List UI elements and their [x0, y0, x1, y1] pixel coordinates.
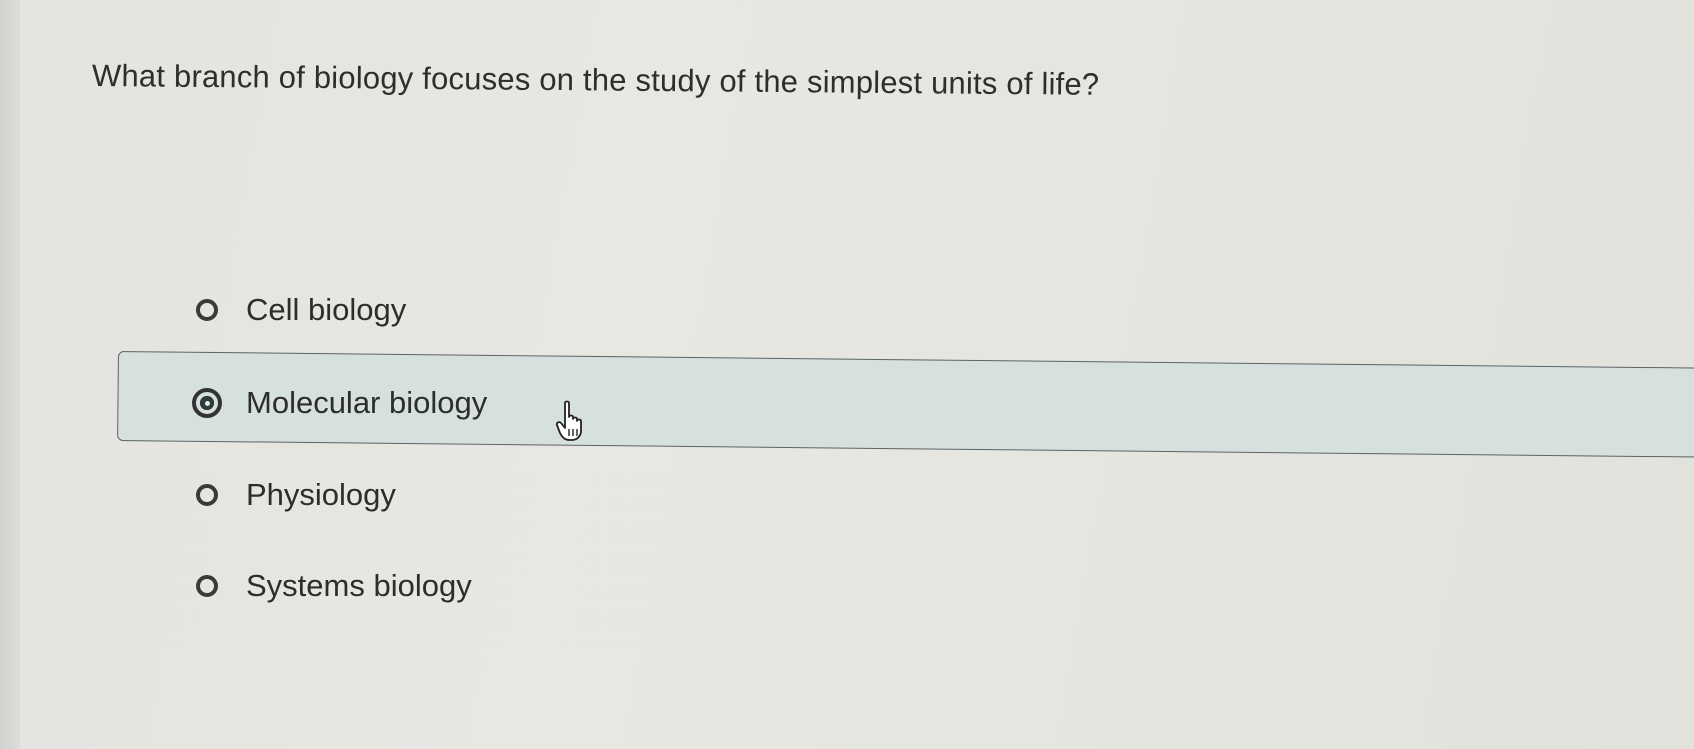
option-label: Systems biology	[246, 568, 472, 603]
option-molecular-biology[interactable]: Molecular biology	[192, 383, 488, 423]
radio-button[interactable]	[196, 575, 218, 597]
option-label: Molecular biology	[246, 385, 488, 420]
radio-button-selected[interactable]	[192, 388, 222, 418]
option-label: Physiology	[246, 477, 396, 512]
hand-pointer-icon	[555, 400, 582, 441]
radio-button[interactable]	[196, 299, 218, 321]
option-physiology[interactable]: Physiology	[196, 475, 396, 515]
option-cell-biology[interactable]: Cell biology	[196, 290, 406, 330]
option-label: Cell biology	[246, 292, 407, 327]
option-systems-biology[interactable]: Systems biology	[196, 566, 472, 606]
radio-button[interactable]	[196, 484, 218, 506]
answer-options: Cell biology Molecular biology Physiolog…	[0, 0, 1694, 749]
